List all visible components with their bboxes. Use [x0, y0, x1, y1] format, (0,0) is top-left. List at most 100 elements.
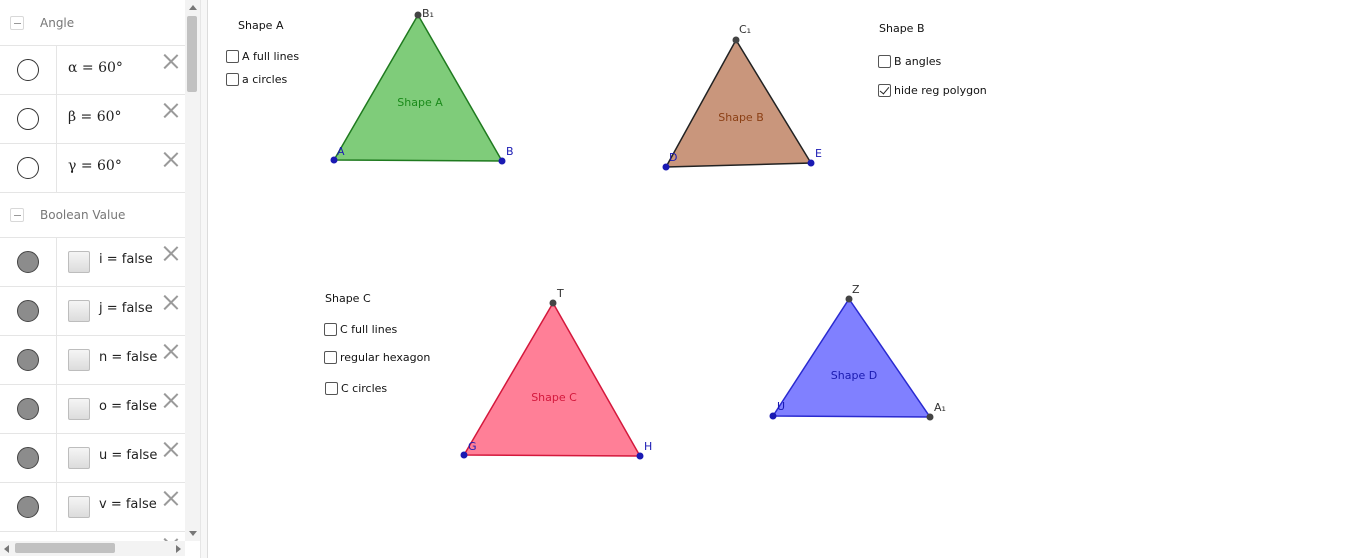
group-header-boolean[interactable]: Boolean Value [0, 192, 185, 237]
point-u-label: U [777, 400, 785, 413]
algebra-row-beta[interactable]: β = 60° [0, 94, 185, 143]
point-c1[interactable] [732, 36, 740, 44]
algebra-row-o[interactable]: o = false [0, 384, 185, 433]
view-splitter[interactable] [200, 0, 208, 558]
visibility-toggle-icon[interactable] [17, 447, 39, 469]
point-b1[interactable] [414, 11, 422, 19]
point-e[interactable] [807, 159, 815, 167]
shape-c-title: Shape C [325, 292, 371, 305]
boolean-checkbox[interactable] [68, 496, 90, 518]
beta-definition[interactable]: β = 60° [68, 109, 122, 125]
scroll-down-icon[interactable] [189, 531, 197, 536]
algebra-row-v[interactable]: v = false [0, 482, 185, 531]
checkbox-c-full-lines[interactable]: C full lines [324, 323, 397, 336]
u-definition[interactable]: u = false [99, 448, 157, 463]
row-divider [56, 144, 57, 192]
visibility-toggle-icon[interactable] [17, 349, 39, 371]
group-header-angle[interactable]: Angle [0, 0, 185, 45]
visibility-toggle-icon[interactable] [17, 251, 39, 273]
row-divider [56, 46, 57, 94]
algebra-row-alpha[interactable]: α = 60° [0, 45, 185, 94]
point-t[interactable] [549, 299, 557, 307]
row-divider [56, 434, 57, 482]
point-z[interactable] [845, 295, 853, 303]
delete-icon[interactable] [162, 101, 180, 119]
shape-d-label: Shape D [831, 369, 877, 382]
boolean-checkbox[interactable] [68, 251, 90, 273]
checkbox-icon[interactable] [226, 73, 239, 86]
algebra-row-i[interactable]: i = false [0, 237, 185, 286]
geogebra-app: Angle α = 60° β = 60° γ = 60° Boolean Va… [0, 0, 1366, 558]
j-definition[interactable]: j = false [99, 301, 153, 316]
collapse-angle-icon[interactable] [10, 15, 24, 30]
point-d[interactable] [662, 163, 670, 171]
vertical-scroll-thumb[interactable] [187, 16, 197, 92]
checkbox-hide-reg-polygon[interactable]: hide reg polygon [878, 84, 987, 97]
graphics-view[interactable]: Shape A Shape B Shape C Shape D A B B₁ D… [208, 0, 1366, 558]
checkbox-icon[interactable] [324, 351, 337, 364]
group-label-boolean: Boolean Value [40, 208, 126, 222]
checkbox-icon[interactable] [324, 323, 337, 336]
n-definition[interactable]: n = false [99, 350, 157, 365]
checkbox-icon[interactable] [878, 55, 891, 68]
boolean-checkbox[interactable] [68, 398, 90, 420]
checkbox-regular-hexagon[interactable]: regular hexagon [324, 351, 430, 364]
gamma-definition[interactable]: γ = 60° [68, 158, 122, 174]
i-definition[interactable]: i = false [99, 252, 153, 267]
algebra-row-gamma[interactable]: γ = 60° [0, 143, 185, 192]
visibility-toggle-icon[interactable] [17, 59, 39, 81]
delete-icon[interactable] [162, 293, 180, 311]
delete-icon[interactable] [162, 244, 180, 262]
delete-icon[interactable] [162, 150, 180, 168]
v-definition[interactable]: v = false [99, 497, 157, 512]
shape-c-label: Shape C [531, 391, 577, 404]
point-a1[interactable] [926, 413, 934, 421]
scroll-left-icon[interactable] [4, 545, 9, 553]
shape-c-polygon[interactable] [462, 301, 642, 457]
visibility-toggle-icon[interactable] [17, 300, 39, 322]
visibility-toggle-icon[interactable] [17, 108, 39, 130]
algebra-row-j[interactable]: j = false [0, 286, 185, 335]
algebra-horizontal-scrollbar[interactable] [0, 541, 185, 556]
algebra-vertical-scrollbar[interactable] [185, 0, 200, 541]
point-b[interactable] [498, 157, 506, 165]
collapse-boolean-icon[interactable] [10, 208, 24, 222]
point-g[interactable] [460, 451, 468, 459]
delete-icon[interactable] [162, 52, 180, 70]
delete-icon[interactable] [162, 489, 180, 507]
checkbox-a-circles[interactable]: a circles [226, 73, 287, 86]
delete-icon[interactable] [162, 342, 180, 360]
algebra-row-u[interactable]: u = false [0, 433, 185, 482]
shape-d-polygon[interactable] [771, 297, 932, 418]
visibility-toggle-icon[interactable] [17, 398, 39, 420]
row-divider [56, 336, 57, 384]
alpha-definition[interactable]: α = 60° [68, 60, 123, 76]
checkbox-checked-icon[interactable] [878, 84, 891, 97]
checkbox-icon[interactable] [325, 382, 338, 395]
graphics-canvas[interactable]: Shape A Shape B Shape C Shape D A B B₁ D… [208, 0, 1366, 558]
checkbox-c-circles[interactable]: C circles [325, 382, 387, 395]
o-definition[interactable]: o = false [99, 399, 157, 414]
row-divider [56, 95, 57, 143]
delete-icon[interactable] [162, 391, 180, 409]
scroll-up-icon[interactable] [189, 5, 197, 10]
checkbox-a-full-lines[interactable]: A full lines [226, 50, 299, 63]
boolean-checkbox[interactable] [68, 349, 90, 371]
row-divider [56, 483, 57, 531]
shape-a-polygon[interactable] [332, 13, 504, 162]
point-u[interactable] [769, 412, 777, 420]
point-z-label: Z [852, 283, 860, 296]
algebra-row-n[interactable]: n = false [0, 335, 185, 384]
boolean-checkbox[interactable] [68, 447, 90, 469]
visibility-toggle-icon[interactable] [17, 157, 39, 179]
point-h[interactable] [636, 452, 644, 460]
checkbox-regular-hexagon-label: regular hexagon [340, 351, 431, 364]
shape-b-polygon[interactable] [664, 38, 813, 168]
checkbox-icon[interactable] [226, 50, 239, 63]
horizontal-scroll-thumb[interactable] [15, 543, 115, 553]
visibility-toggle-icon[interactable] [17, 496, 39, 518]
boolean-checkbox[interactable] [68, 300, 90, 322]
delete-icon[interactable] [162, 440, 180, 458]
checkbox-b-angles[interactable]: B angles [878, 55, 941, 68]
scroll-right-icon[interactable] [176, 545, 181, 553]
